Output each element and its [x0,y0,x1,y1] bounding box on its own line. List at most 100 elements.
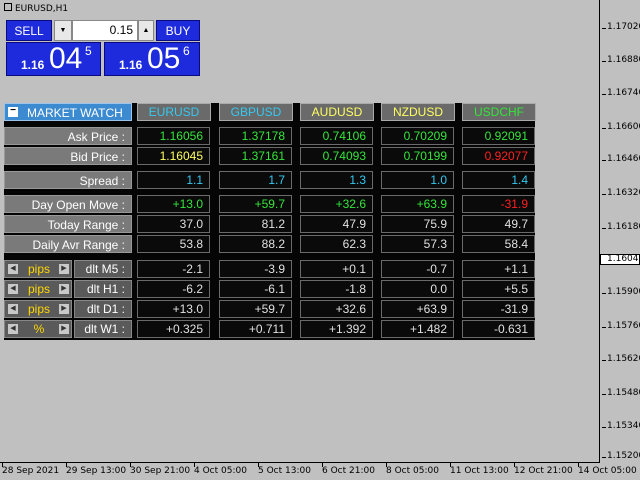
value-cell: 1.37161 [219,147,292,165]
value-cell: 1.37178 [219,127,292,145]
value-cell: -0.631 [462,320,535,338]
buy-price-display[interactable]: 1.16 05 6 [104,42,200,76]
unit-label: pips [27,282,50,296]
buy-price-pipette: 6 [183,44,190,58]
arrow-left-icon[interactable]: ◀ [8,264,18,274]
symbol-tab-audusd[interactable]: AUDUSD [300,103,374,121]
time-axis-label: 14 Oct 05:00 [578,466,637,476]
unit-toggle[interactable]: ◀ pips ▶ [4,260,72,278]
sell-price-display[interactable]: 1.16 04 5 [6,42,101,76]
arrow-left-icon[interactable]: ◀ [8,304,18,314]
value-cell: 0.74106 [300,127,373,145]
value-cell: 49.7 [462,215,535,233]
market-watch-panel: − MARKET WATCH EURUSD GBPUSD AUDUSD NZDUSD U… [4,103,536,340]
price-axis-label: 1.16460 [607,154,640,164]
row-label-dlt-w1: dlt W1 : [74,320,132,338]
row-label-bid: Bid Price : [4,147,132,165]
value-cell: +32.6 [300,300,373,318]
value-cell: 1.0 [381,171,454,189]
price-tick [602,327,606,328]
current-price-label: 1.16045 [600,254,640,265]
unit-toggle[interactable]: ◀ pips ▶ [4,300,72,318]
price-axis-label: 1.15480 [607,388,640,398]
value-cell: 1.16056 [137,127,210,145]
arrow-left-icon[interactable]: ◀ [8,284,18,294]
value-cell: 88.2 [219,235,292,253]
chart-symbol-title: EURUSD,H1 [4,3,68,14]
buy-button[interactable]: BUY [156,20,200,41]
buy-price-big: 05 [147,42,181,75]
price-axis: 1.17020 1.16880 1.16740 1.16600 1.16460 1.163… [600,0,640,463]
sell-price-big: 04 [49,42,83,75]
value-cell: 37.0 [137,215,210,233]
arrow-right-icon[interactable]: ▶ [59,264,69,274]
price-tick [602,228,606,229]
price-axis-label: 1.17020 [607,22,640,32]
value-cell: 75.9 [381,215,454,233]
lot-size-input[interactable]: 0.15 [72,20,138,41]
value-cell: 47.9 [300,215,373,233]
value-cell: 0.92077 [462,147,535,165]
value-cell: +32.6 [300,195,373,213]
price-axis-label: 1.16320 [607,188,640,198]
price-axis-label: 1.15760 [607,321,640,331]
value-cell: -6.2 [137,280,210,298]
value-cell: 0.70209 [381,127,454,145]
time-axis-label: 28 Sep 2021 [2,466,60,476]
value-cell: 53.8 [137,235,210,253]
symbol-tab-gbpusd[interactable]: GBPUSD [219,103,293,121]
time-axis-label: 6 Oct 21:00 [322,466,375,476]
market-watch-header[interactable]: − MARKET WATCH [4,103,132,121]
unit-toggle[interactable]: ◀ pips ▶ [4,280,72,298]
price-axis-label: 1.16180 [607,222,640,232]
value-cell: 0.74093 [300,147,373,165]
row-label-daily-avr: Daily Avr Range : [4,235,132,253]
value-cell: +1.1 [462,260,535,278]
minimize-icon[interactable]: − [8,106,18,117]
price-tick [602,457,606,458]
value-cell: 57.3 [381,235,454,253]
row-label-ask: Ask Price : [4,127,132,145]
unit-label: % [33,322,45,336]
lot-decrease-button[interactable]: ▼ [54,20,72,41]
value-cell: +1.482 [381,320,454,338]
value-cell: +0.1 [300,260,373,278]
price-tick [602,128,606,129]
value-cell: +63.9 [381,195,454,213]
sell-price-prefix: 1.16 [21,58,45,72]
value-cell: -3.9 [219,260,292,278]
price-tick [602,160,606,161]
symbol-tab-nzdusd[interactable]: NZDUSD [381,103,455,121]
value-cell: -6.1 [219,280,292,298]
price-tick [602,194,606,195]
value-cell: 58.4 [462,235,535,253]
time-axis-label: 11 Oct 13:00 [450,466,509,476]
price-tick [602,28,606,29]
value-cell: 0.0 [381,280,454,298]
chart-icon [4,3,12,11]
arrow-right-icon[interactable]: ▶ [59,304,69,314]
price-axis-label: 1.15620 [607,354,640,364]
arrow-left-icon[interactable]: ◀ [8,324,18,334]
symbol-tab-eurusd[interactable]: EURUSD [137,103,211,121]
lot-increase-button[interactable]: ▲ [138,20,154,41]
arrow-right-icon[interactable]: ▶ [59,324,69,334]
price-tick [602,61,606,62]
value-cell: -1.8 [300,280,373,298]
value-cell: +63.9 [381,300,454,318]
price-tick [602,293,606,294]
price-axis-label: 1.16880 [607,55,640,65]
symbol-tab-usdchf[interactable]: USDCHF [462,103,536,121]
value-cell: -0.7 [381,260,454,278]
row-label-today-range: Today Range : [4,215,132,233]
sell-button[interactable]: SELL [6,20,52,41]
value-cell: +13.0 [137,195,210,213]
price-axis-label: 1.15900 [607,287,640,297]
time-axis-label: 29 Sep 13:00 [66,466,127,476]
time-axis-label: 30 Sep 21:00 [130,466,191,476]
arrow-right-icon[interactable]: ▶ [59,284,69,294]
unit-toggle[interactable]: ◀% ▶ [4,320,72,338]
one-click-trade-panel: SELL ▼ 0.15 ▲ BUY 1.16 04 5 1.16 05 6 [6,20,200,76]
time-axis-label: 5 Oct 13:00 [258,466,311,476]
price-tick [602,427,606,428]
